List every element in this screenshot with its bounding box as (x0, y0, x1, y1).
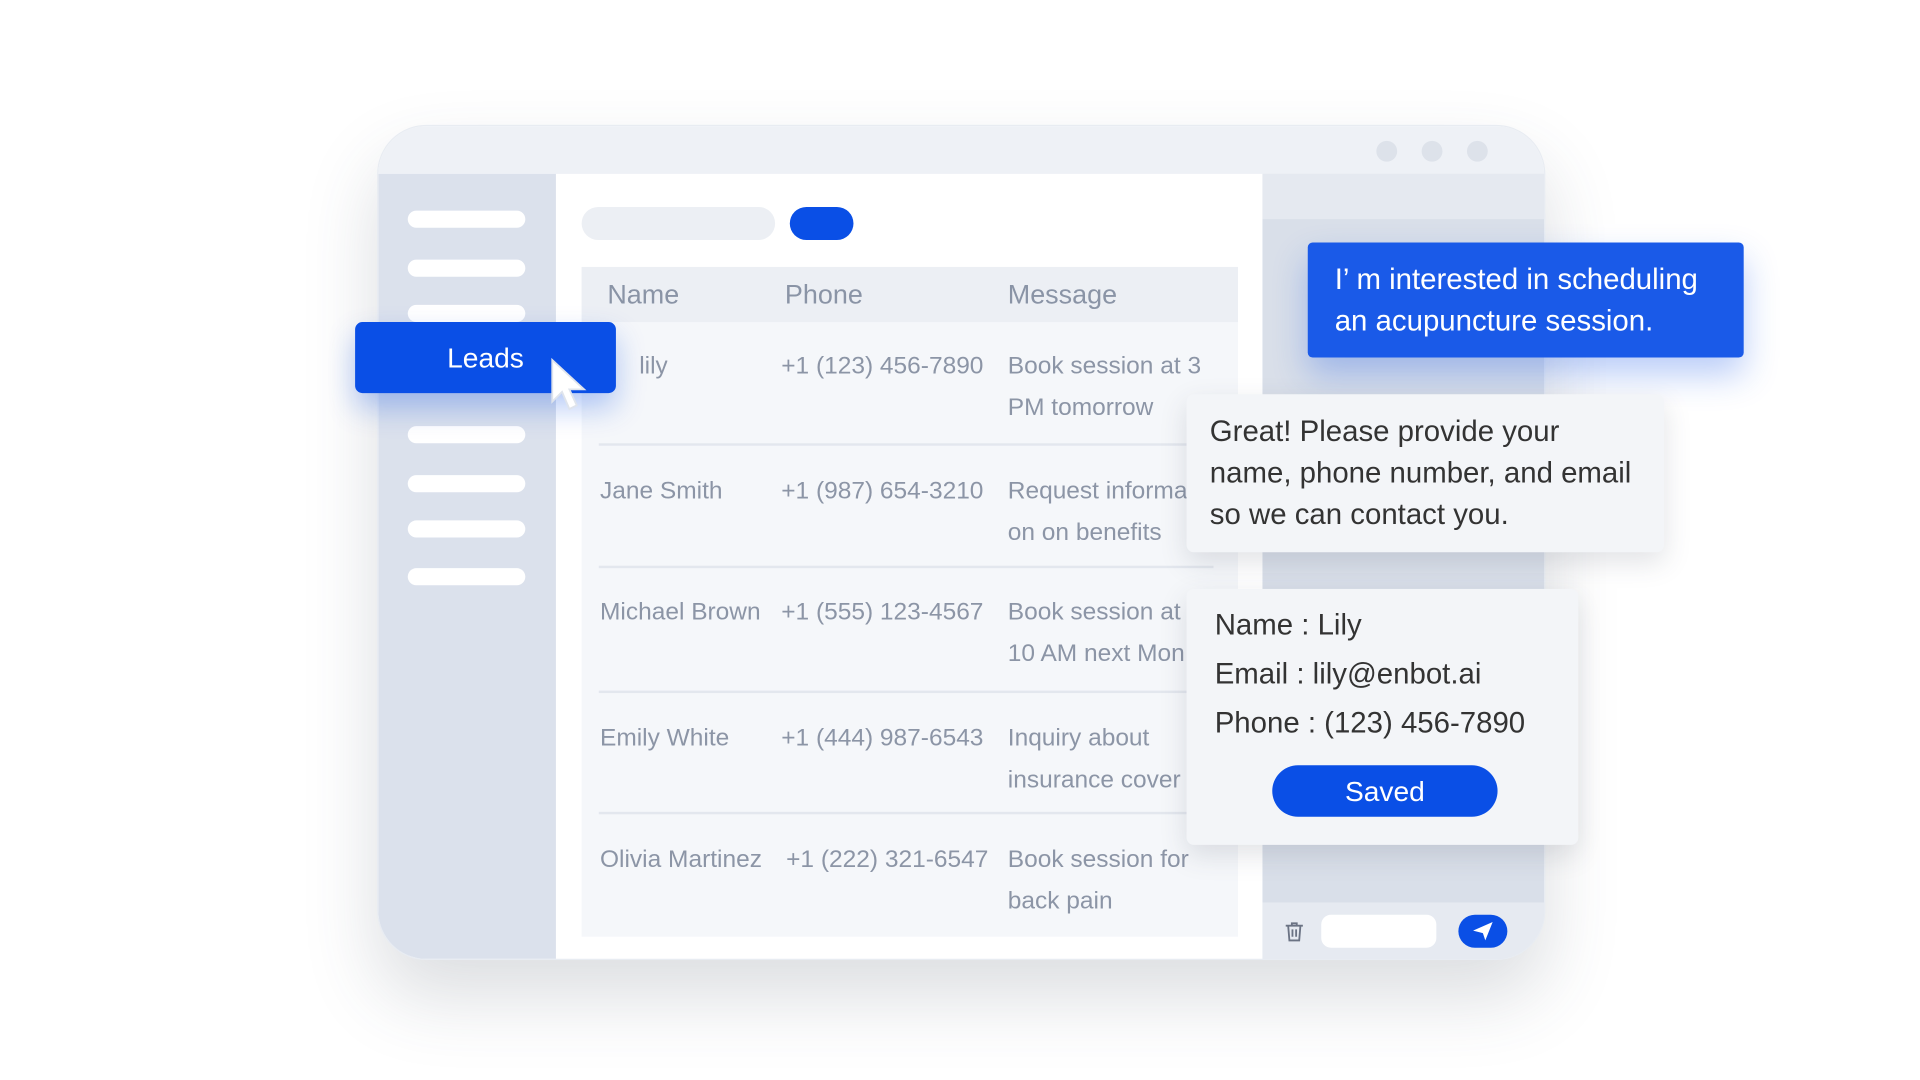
message-line: insurance cover (1007, 766, 1181, 794)
cell-phone: +1 (123) 456-7890 (781, 352, 984, 380)
sidebar-item[interactable] (407, 426, 526, 444)
cell-message: Book session for back pain (1008, 839, 1204, 922)
message-line: Book session at (1007, 598, 1181, 626)
row-divider (598, 443, 1214, 446)
send-icon (1473, 922, 1493, 941)
cell-phone: +1 (444) 987-6543 (781, 724, 984, 752)
row-divider (598, 565, 1214, 569)
chat-header (1262, 173, 1545, 220)
sidebar-item[interactable] (407, 210, 526, 228)
cell-name: Jane Smith (600, 477, 723, 505)
trash-icon[interactable] (1282, 920, 1306, 944)
message-line: PM tomorrow (1007, 394, 1154, 422)
message-line: Request informati (1007, 477, 1200, 505)
sidebar (378, 173, 556, 959)
send-button[interactable] (1458, 914, 1508, 948)
sidebar-item[interactable] (407, 259, 526, 277)
cell-phone: +1 (222) 321-6547 (786, 846, 989, 874)
row-divider (598, 690, 1214, 694)
lead-phone: Phone : (123) 456-7890 (1214, 706, 1526, 740)
row-divider (598, 811, 1214, 815)
message-line: Book session at 3 (1007, 352, 1202, 380)
saved-button[interactable]: Saved (1272, 765, 1498, 817)
sidebar-item[interactable] (407, 568, 526, 586)
column-header-message: Message (1007, 279, 1118, 310)
cell-name: Michael Brown (600, 598, 761, 626)
window-dot[interactable] (1376, 140, 1398, 162)
cell-name: Emily White (600, 724, 730, 752)
cell-phone: +1 (555) 123-4567 (781, 598, 984, 626)
lead-name: Name : Lily (1214, 608, 1362, 642)
lead-email: Email : lily@enbot.ai (1214, 657, 1482, 691)
title-bar (378, 126, 1545, 174)
cell-phone: +1 (987) 654-3210 (781, 477, 984, 505)
message-line: 10 AM next Mon (1007, 640, 1185, 668)
chat-input-bar (1262, 902, 1545, 959)
leads-table: Name Phone Message lily +1 (123) 456-789… (581, 266, 1238, 937)
message-input[interactable] (1321, 914, 1437, 948)
message-line: back pain (1007, 887, 1113, 915)
cell-message: Book session at 3 PM tomorrow (1008, 345, 1204, 428)
lead-info-card: Name : Lily Email : lily@enbot.ai Phone … (1186, 588, 1579, 845)
cell-name: lily (639, 352, 668, 380)
bot-message-bubble: Great! Please provide your name, phone n… (1186, 394, 1665, 553)
cell-message: Request informati on on benefits (1008, 470, 1204, 553)
cell-message: Inquiry about insurance cover (1008, 718, 1204, 801)
column-header-name: Name (607, 279, 680, 310)
table-header: Name Phone Message (581, 266, 1238, 323)
window-dot[interactable] (1466, 140, 1488, 162)
sidebar-item[interactable] (407, 475, 526, 493)
user-message-bubble: I’ m interested in scheduling an acupunc… (1307, 242, 1744, 358)
cursor-arrow-icon (551, 357, 587, 411)
search-button[interactable] (789, 206, 854, 241)
nav-item-label: Leads (447, 341, 524, 373)
window-dot[interactable] (1421, 140, 1443, 162)
column-header-phone: Phone (784, 279, 863, 310)
message-line: Inquiry about (1007, 724, 1150, 752)
cell-name: Olivia Martinez (600, 846, 762, 874)
cell-message: Book session at 10 AM next Mon (1008, 591, 1204, 674)
message-line: on on benefits (1007, 519, 1162, 547)
sidebar-item[interactable] (407, 304, 526, 323)
sidebar-item[interactable] (407, 520, 526, 538)
search-input[interactable] (581, 206, 776, 241)
message-line: Book session for (1007, 846, 1189, 874)
